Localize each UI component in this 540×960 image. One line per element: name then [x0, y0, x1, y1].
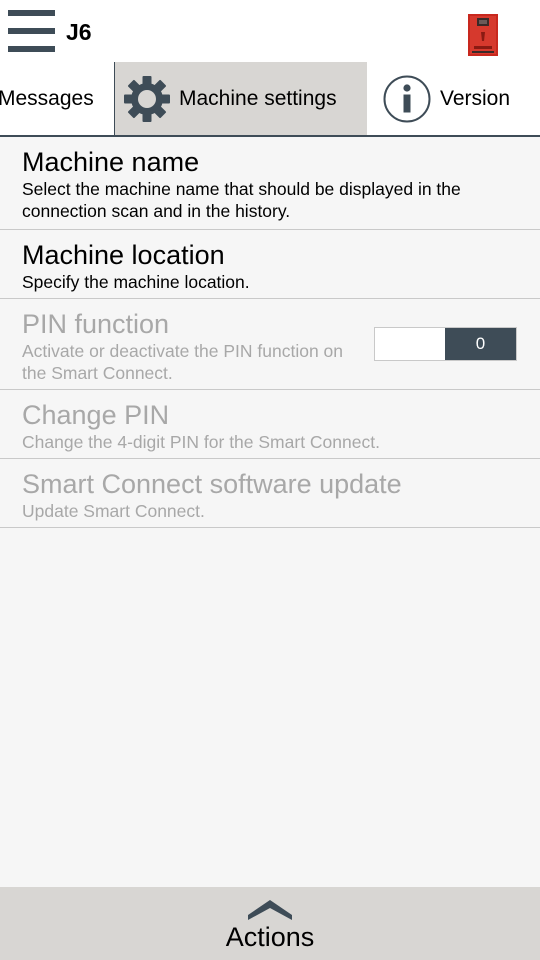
pin-toggle-knob: 0 [445, 328, 516, 360]
setting-software-update: Smart Connect software update Update Sma… [0, 459, 540, 528]
setting-title: Machine location [22, 240, 225, 270]
actions-label: Actions [225, 922, 315, 952]
setting-description: Change the 4-digit PIN for the Smart Con… [22, 432, 380, 452]
tab-messages-label: Messages [0, 86, 94, 110]
settings-list: Machine name Select the machine name tha… [0, 137, 540, 528]
gear-icon [124, 75, 170, 122]
setting-description: Activate or deactivate the PIN function … [22, 341, 344, 383]
setting-description: Select the machine name that should be d… [22, 179, 461, 221]
tab-bar: Messages Machine settings Version [0, 62, 540, 137]
chevron-up-icon [248, 900, 292, 920]
app-title: J6 [66, 19, 92, 45]
setting-description: Specify the machine location. [22, 272, 250, 292]
tab-version[interactable]: Version [367, 62, 540, 135]
setting-pin-function: PIN function Activate or deactivate the … [0, 299, 540, 390]
setting-machine-name[interactable]: Machine name Select the machine name tha… [0, 137, 540, 230]
coffee-machine-icon[interactable] [468, 14, 498, 56]
setting-title: Machine name [22, 147, 200, 177]
setting-title: Smart Connect software update [22, 469, 402, 499]
setting-title: Change PIN [22, 400, 170, 430]
tab-machine-settings-label: Machine settings [179, 86, 337, 110]
actions-bar[interactable]: Actions [0, 887, 540, 960]
tab-messages[interactable]: Messages [0, 62, 116, 135]
setting-machine-location[interactable]: Machine location Specify the machine loc… [0, 230, 540, 299]
app-header: J6 [0, 0, 540, 62]
hamburger-menu-icon[interactable] [8, 10, 55, 54]
info-icon [383, 75, 431, 122]
tab-machine-settings[interactable]: Machine settings [115, 62, 367, 135]
tab-version-label: Version [440, 86, 511, 110]
setting-description: Update Smart Connect. [22, 501, 205, 521]
pin-function-toggle[interactable]: 0 [374, 327, 517, 361]
setting-change-pin: Change PIN Change the 4-digit PIN for th… [0, 390, 540, 459]
